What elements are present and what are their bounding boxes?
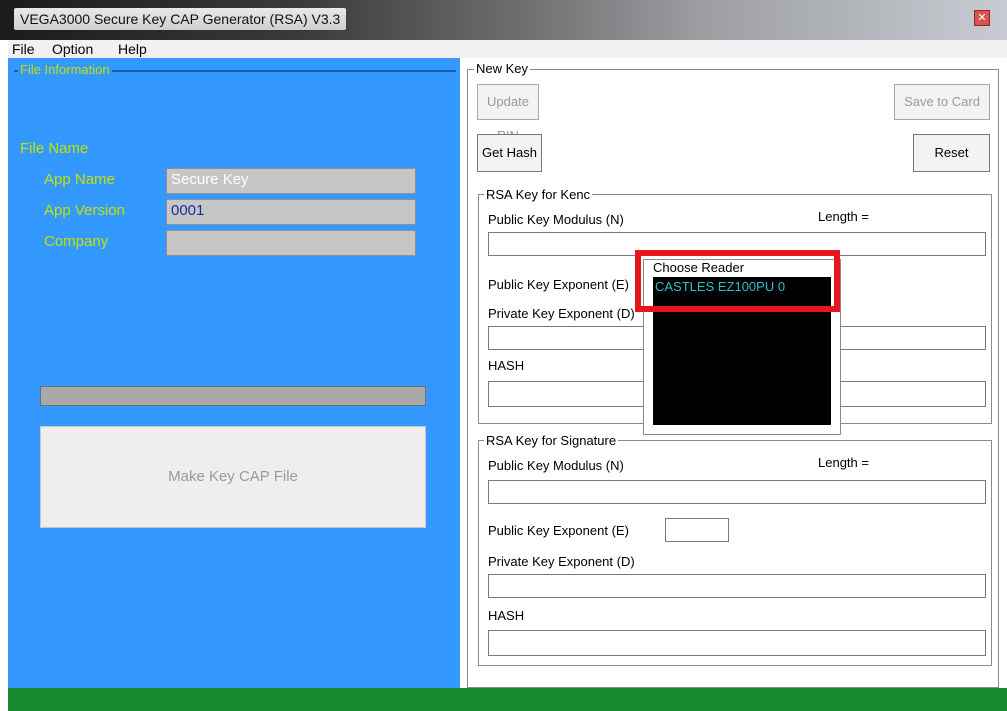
- sig-private-label: Private Key Exponent (D): [488, 554, 635, 569]
- save-to-card-button[interactable]: Save to Card: [894, 84, 990, 120]
- app-name-field[interactable]: Secure Key: [166, 168, 416, 194]
- rsa-signature-legend: RSA Key for Signature: [484, 433, 619, 448]
- kenc-hash-label: HASH: [488, 358, 525, 373]
- file-name-label: File Name: [20, 140, 89, 157]
- rsa-kenc-legend: RSA Key for Kenc: [484, 187, 593, 202]
- company-label: Company: [44, 233, 109, 250]
- menu-option[interactable]: Option: [52, 41, 93, 57]
- sig-exponent-input[interactable]: [665, 518, 729, 542]
- app-name-label: App Name: [44, 171, 115, 188]
- reset-button[interactable]: Reset: [913, 134, 990, 172]
- sig-exponent-label: Public Key Exponent (E): [488, 523, 629, 538]
- status-bar: [8, 688, 1007, 711]
- sig-hash-input[interactable]: [488, 630, 986, 656]
- menu-file[interactable]: File: [12, 41, 35, 57]
- new-key-legend: New Key: [474, 61, 531, 76]
- sig-length-label: Length =: [818, 455, 869, 470]
- close-icon[interactable]: ✕: [974, 10, 990, 26]
- sig-modulus-label: Public Key Modulus (N): [488, 458, 624, 473]
- sig-private-input[interactable]: [488, 574, 986, 598]
- get-hash-button[interactable]: Get Hash: [477, 134, 542, 172]
- kenc-length-label: Length =: [818, 209, 869, 224]
- sig-hash-label: HASH: [488, 608, 525, 623]
- window-title: VEGA3000 Secure Key CAP Generator (RSA) …: [14, 8, 347, 30]
- menu-bar: File Option Help: [8, 40, 1007, 58]
- progress-bar: [40, 386, 426, 406]
- file-information-legend: File Information: [18, 62, 112, 77]
- app-version-field[interactable]: 0001: [166, 199, 416, 225]
- update-pin-button[interactable]: Update PIN: [477, 84, 539, 143]
- company-field[interactable]: [166, 230, 416, 256]
- make-key-cap-file-button[interactable]: Make Key CAP File: [40, 426, 426, 528]
- kenc-private-label: Private Key Exponent (D): [488, 306, 635, 321]
- highlight-annotation-box: [635, 250, 840, 312]
- sig-modulus-input[interactable]: [488, 480, 986, 504]
- kenc-exponent-label: Public Key Exponent (E): [488, 277, 629, 292]
- app-version-label: App Version: [44, 202, 125, 219]
- kenc-modulus-label: Public Key Modulus (N): [488, 212, 624, 227]
- menu-help[interactable]: Help: [118, 41, 147, 57]
